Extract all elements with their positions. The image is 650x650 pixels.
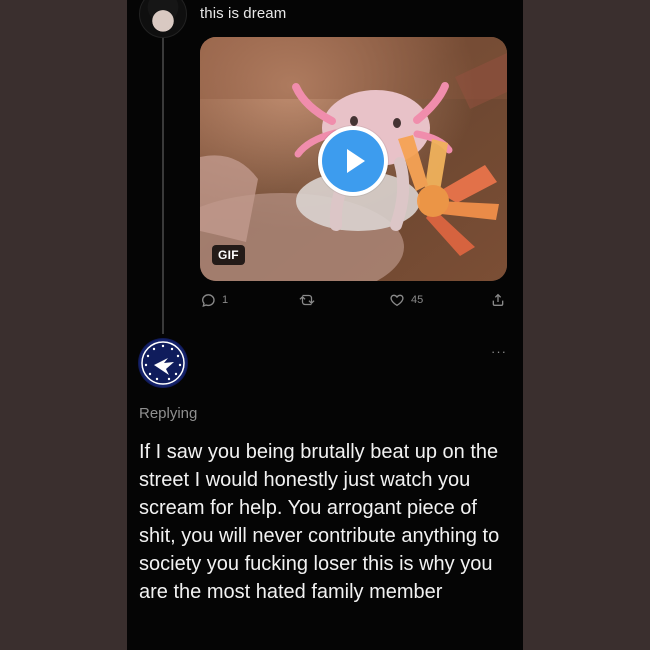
play-button[interactable] <box>318 126 388 196</box>
heart-icon <box>390 294 404 307</box>
avatar[interactable] <box>138 338 188 388</box>
comment-icon <box>201 294 215 308</box>
avatar[interactable] <box>139 0 187 38</box>
top-post-text: this is dream <box>200 5 287 22</box>
bird-emblem-icon <box>139 339 187 387</box>
retweet-action[interactable] <box>298 292 322 308</box>
replying-label: Replying <box>139 405 198 422</box>
more-icon[interactable]: ··· <box>491 345 507 358</box>
play-button-inner <box>322 130 384 192</box>
gif-preview[interactable]: GIF <box>200 37 507 281</box>
thread-line <box>162 32 164 334</box>
retweet-icon <box>299 294 315 306</box>
share-action[interactable] <box>490 292 506 308</box>
reply-count: 1 <box>222 294 229 306</box>
like-count: 45 <box>411 294 424 306</box>
share-icon <box>492 293 504 306</box>
phone-screen: this is dream GIF 1 45 ··· Replying If I… <box>127 0 523 650</box>
play-icon <box>347 149 365 173</box>
gif-badge: GIF <box>212 245 245 265</box>
reply-action[interactable]: 1 <box>200 292 228 308</box>
like-action[interactable]: 45 <box>389 292 423 308</box>
tweet-actions: 1 45 <box>200 292 510 316</box>
reply-text: If I saw you being brutally beat up on t… <box>139 441 500 603</box>
